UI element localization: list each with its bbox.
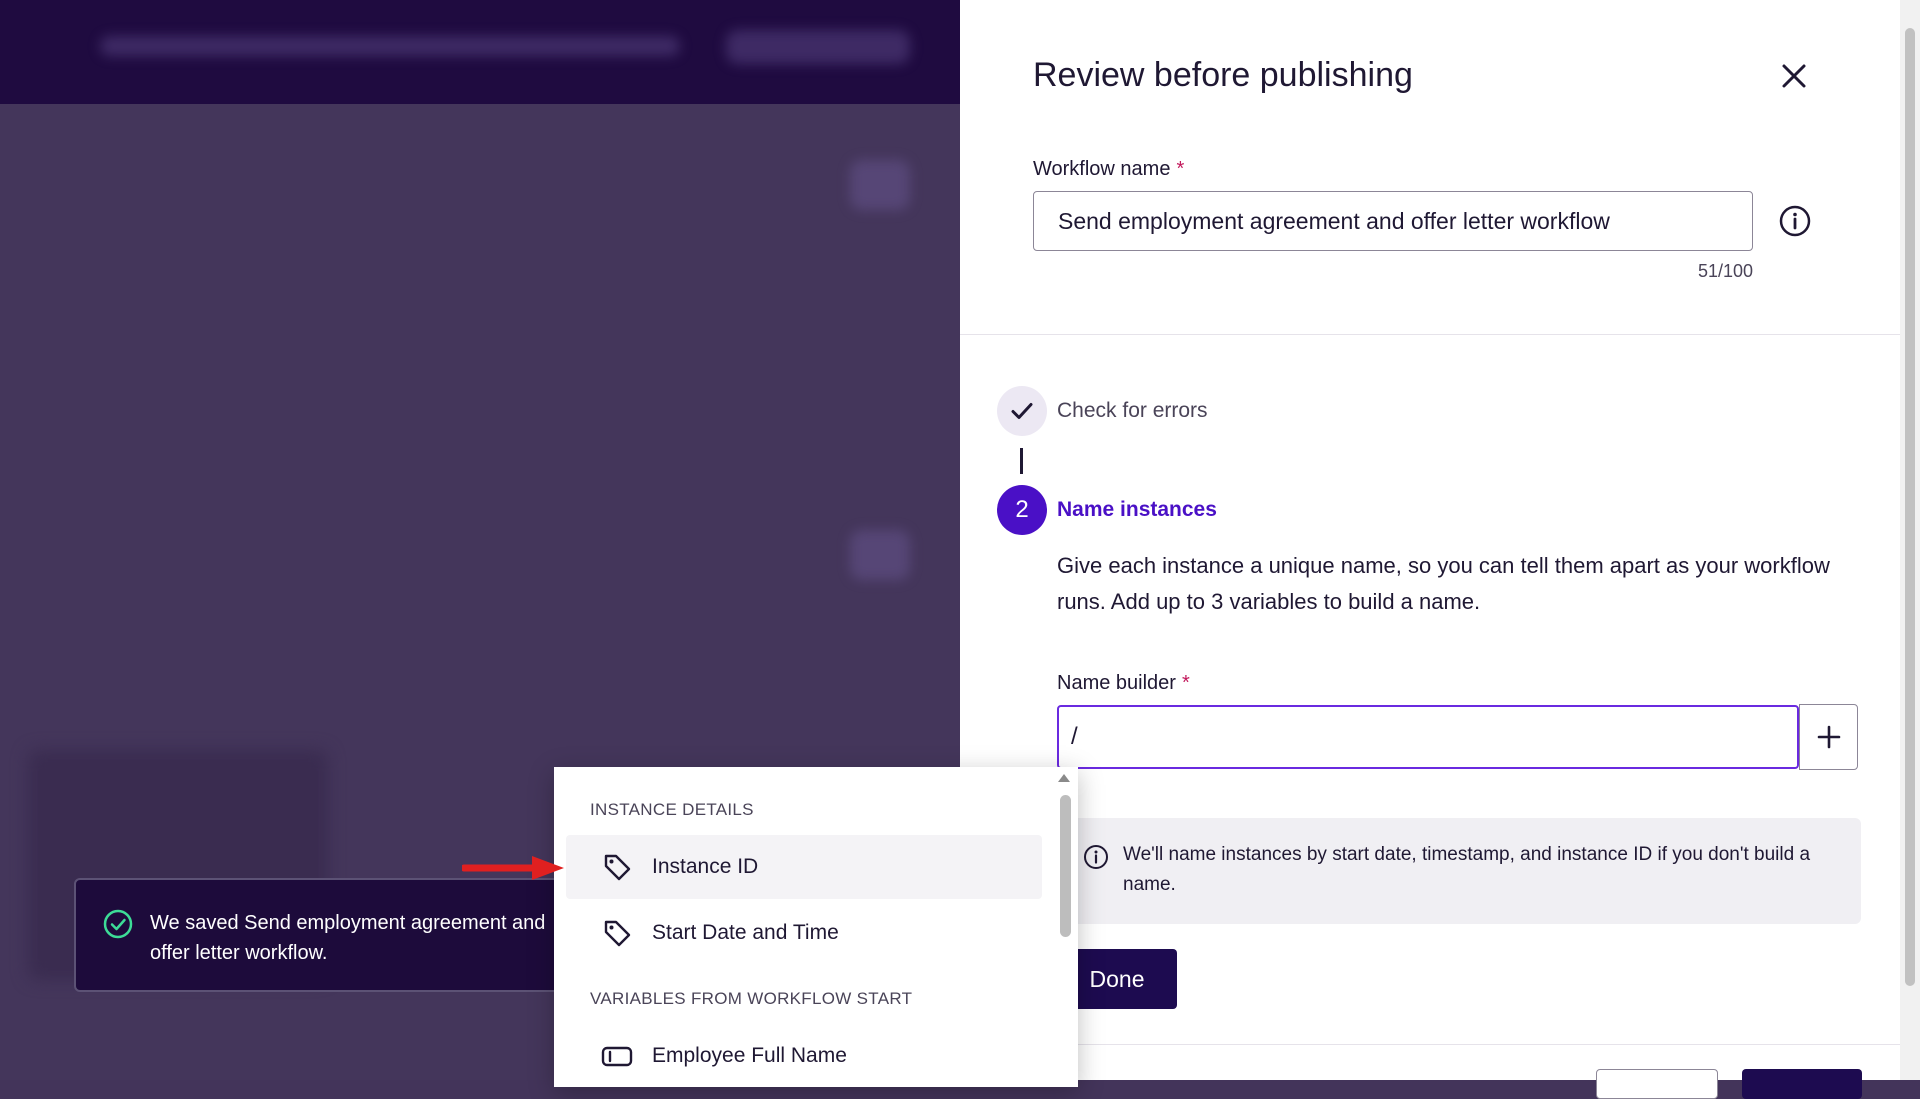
dropdown-item-label: Instance ID	[652, 855, 759, 878]
drawer-title: Review before publishing	[1033, 56, 1413, 94]
character-count: 51/100	[1697, 261, 1753, 281]
plus-icon	[1817, 725, 1840, 749]
workflow-name-label-text: Workflow name	[1033, 158, 1171, 180]
background-blur	[100, 36, 680, 56]
drawer-scrollbar[interactable]	[1900, 0, 1920, 1080]
required-mark: *	[1176, 158, 1185, 180]
footer-secondary-button[interactable]	[1596, 1069, 1718, 1099]
tag-icon	[604, 854, 631, 881]
required-mark: *	[1181, 672, 1190, 694]
drawer-scrollbar-thumb[interactable]	[1905, 28, 1915, 986]
workflow-name-input[interactable]	[1033, 191, 1753, 251]
background-blur	[850, 160, 910, 210]
dropdown-section-header: VARIABLES FROM WORKFLOW START	[590, 989, 913, 1008]
dropdown-item-start-date-time[interactable]: Start Date and Time	[566, 901, 1042, 965]
step-check-for-errors[interactable]: Check for errors	[1057, 399, 1208, 423]
dropdown-item-employee-full-name[interactable]: Employee Full Name	[566, 1024, 1042, 1088]
section-divider	[960, 334, 1900, 335]
step-connector	[1020, 448, 1023, 474]
dropdown-item-instance-id[interactable]: Instance ID	[566, 835, 1042, 899]
check-circle-icon	[103, 909, 133, 939]
footer-primary-button[interactable]	[1742, 1069, 1862, 1099]
step-complete-indicator	[997, 386, 1047, 436]
text-field-icon	[601, 1046, 633, 1067]
toast-message: We saved Send employment agreement and o…	[150, 912, 546, 964]
name-builder-input[interactable]	[1057, 705, 1799, 769]
dropdown-item-label: Start Date and Time	[652, 921, 839, 944]
step-name-instances[interactable]: Name instances	[1057, 498, 1217, 522]
step-description: Give each instance a unique name, so you…	[1057, 553, 1830, 614]
scroll-up-arrow-icon[interactable]	[1058, 774, 1070, 782]
add-variable-button[interactable]	[1799, 704, 1858, 770]
tag-icon	[604, 920, 631, 947]
dropdown-section-header: INSTANCE DETAILS	[590, 800, 754, 819]
info-icon[interactable]	[1778, 204, 1812, 238]
name-builder-label: Name builder *	[1057, 672, 1190, 695]
footer-divider	[960, 1044, 1900, 1045]
success-toast: We saved Send employment agreement and o…	[74, 878, 594, 992]
background-blur	[850, 530, 910, 580]
step-number-badge: 2	[997, 485, 1047, 535]
close-icon[interactable]	[1776, 58, 1812, 94]
dropdown-item-label: Employee Full Name	[652, 1044, 847, 1067]
dropdown-scrollbar-thumb[interactable]	[1060, 795, 1071, 937]
annotation-arrow-icon	[462, 856, 564, 880]
info-icon	[1084, 845, 1108, 869]
name-builder-label-text: Name builder	[1057, 672, 1176, 694]
workflow-name-label: Workflow name *	[1033, 158, 1184, 181]
background-blur	[726, 30, 910, 64]
checkmark-icon	[1011, 403, 1033, 419]
info-notice-text: We'll name instances by start date, time…	[1123, 844, 1811, 895]
